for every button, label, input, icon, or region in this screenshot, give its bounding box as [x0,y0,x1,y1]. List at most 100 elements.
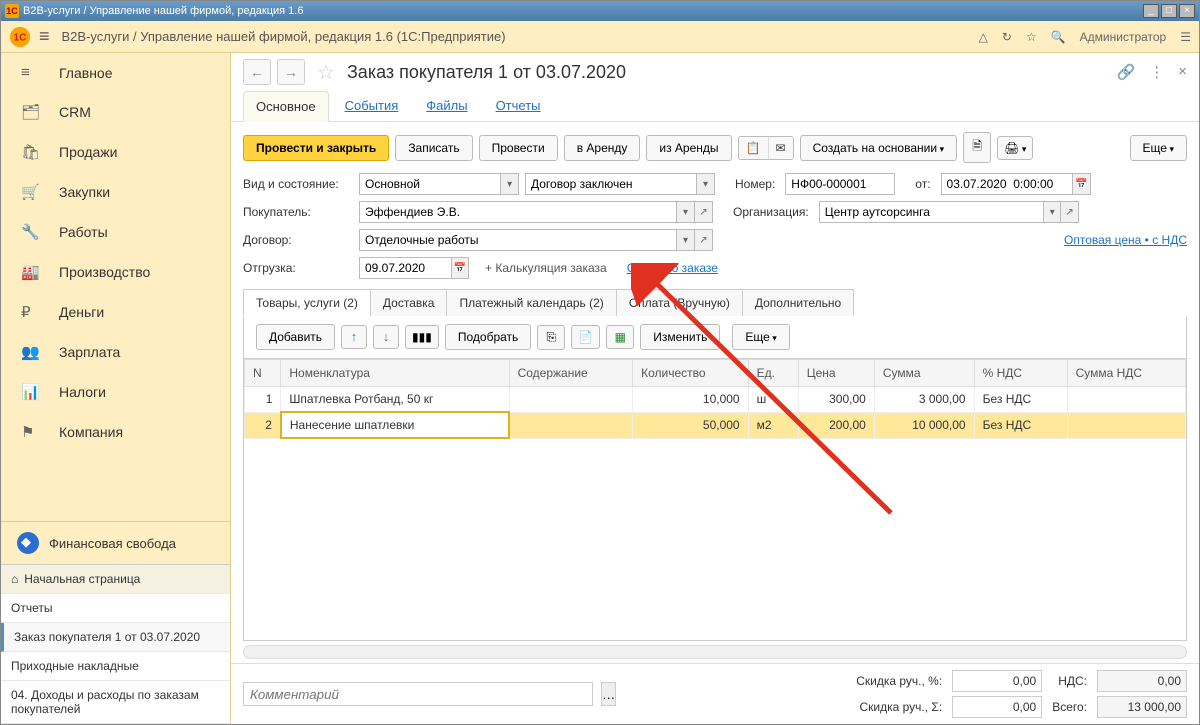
disc-sum-value[interactable]: 0,00 [952,696,1042,718]
sidebar-item-8[interactable]: 📊Налоги [1,372,230,412]
sub-tab-2[interactable]: Платежный календарь (2) [446,289,616,317]
price-type-link[interactable]: Оптовая цена • с НДС [1064,233,1187,247]
copy-icon[interactable]: ⎘ [537,325,565,350]
grid-icon[interactable]: ▦ [606,325,634,349]
contract-open-icon[interactable]: ↗ [695,229,713,251]
ship-calendar-icon[interactable]: 📅 [452,257,469,279]
org-dropdown-icon[interactable]: ▾ [1044,201,1061,223]
ship-date-input[interactable] [359,257,452,279]
horizontal-scrollbar[interactable] [243,645,1187,659]
top-tab-2[interactable]: Файлы [414,91,479,121]
print-button[interactable]: 🖨 [997,136,1033,160]
col-header[interactable]: Сумма НДС [1067,360,1185,387]
col-header[interactable]: Сумма [874,360,974,387]
date-calendar-icon[interactable]: 📅 [1073,173,1091,195]
top-tab-3[interactable]: Отчеты [484,91,553,121]
open-doc-1[interactable]: Заказ покупателя 1 от 03.07.2020 [1,623,230,652]
org-open-icon[interactable]: ↗ [1061,201,1078,223]
attach-icon[interactable]: 📋 [739,137,769,159]
type-input[interactable] [359,173,501,195]
create-based-button[interactable]: Создать на основании [800,135,958,161]
post-button[interactable]: Провести [479,135,558,161]
move-down-button[interactable]: ↓ [373,325,399,349]
table-row[interactable]: 1Шпатлевка Ротбанд, 50 кг10,000ш300,003 … [245,387,1186,413]
post-and-close-button[interactable]: Провести и закрыть [243,135,389,161]
sub-tab-4[interactable]: Дополнительно [742,289,854,317]
org-input[interactable] [819,201,1044,223]
report-icon-button[interactable]: 🗎 [963,132,991,163]
open-doc-0[interactable]: Отчеты [1,594,230,623]
col-header[interactable]: Ед. [748,360,798,387]
pick-button[interactable]: Подобрать [445,324,531,350]
col-header[interactable]: Номенклатура [281,360,509,387]
barcode-icon[interactable]: ▮▮▮ [405,325,439,349]
contract-dropdown-icon[interactable]: ▾ [677,229,695,251]
bell-icon[interactable]: △ [979,30,988,44]
open-doc-2[interactable]: Приходные накладные [1,652,230,681]
col-header[interactable]: % НДС [974,360,1067,387]
col-header[interactable]: Цена [798,360,874,387]
state-input[interactable] [525,173,697,195]
sidebar-item-finfree[interactable]: Финансовая свобода [1,521,230,564]
grid-more-button[interactable]: Еще [732,324,789,350]
col-header[interactable]: Содержание [509,360,633,387]
edit-button[interactable]: Изменить [640,324,720,350]
move-up-button[interactable]: ↑ [341,325,367,349]
favorite-star-icon[interactable]: ☆ [317,60,335,85]
more-button[interactable]: Еще [1130,135,1187,161]
sidebar-item-9[interactable]: ⚑Компания [1,412,230,452]
sub-tab-3[interactable]: Оплата (Вручную) [616,289,743,317]
type-dropdown-icon[interactable]: ▾ [501,173,519,195]
nav-back-button[interactable]: ← [243,59,271,85]
state-dropdown-icon[interactable]: ▾ [697,173,715,195]
open-doc-3[interactable]: 04. Доходы и расходы по заказам покупате… [1,681,230,724]
sidebar-item-4[interactable]: 🔧Работы [1,212,230,252]
from-rent-button[interactable]: из Аренды [646,135,731,161]
sub-tab-0[interactable]: Товары, услуги (2) [243,289,371,317]
comment-input[interactable] [243,682,593,706]
admin-label[interactable]: Администратор [1080,30,1167,44]
table-row[interactable]: 2Нанесение шпатлевки50,000м2200,0010 000… [245,412,1186,438]
sidebar-item-3[interactable]: 🛒Закупки [1,172,230,212]
minimize-button[interactable]: _ [1143,4,1159,18]
disc-pct-value[interactable]: 0,00 [952,670,1042,692]
number-input[interactable] [785,173,895,195]
nav-fwd-button[interactable]: → [277,59,305,85]
buyer-dropdown-icon[interactable]: ▾ [677,201,695,223]
add-row-button[interactable]: Добавить [256,324,335,350]
summary-link[interactable]: Сводно о заказе [627,261,718,275]
buyer-input[interactable] [359,201,677,223]
close-doc-icon[interactable]: × [1178,63,1187,81]
search-icon[interactable]: 🔍 [1051,30,1066,44]
star-icon[interactable]: ☆ [1026,30,1037,44]
col-header[interactable]: Количество [633,360,748,387]
paste-icon[interactable]: 📄 [571,325,600,349]
link-icon[interactable]: 🔗 [1117,63,1136,81]
close-button[interactable]: × [1179,4,1195,18]
comment-expand-icon[interactable]: … [601,682,616,706]
top-tab-0[interactable]: Основное [243,91,329,122]
buyer-open-icon[interactable]: ↗ [695,201,713,223]
mail-icon[interactable]: ✉ [769,137,793,159]
write-button[interactable]: Записать [395,135,472,161]
sub-tab-1[interactable]: Доставка [370,289,448,317]
history-icon[interactable]: ↻ [1002,30,1012,44]
options-icon[interactable]: ☰ [1180,30,1191,44]
home-page-link[interactable]: ⌂ Начальная страница [1,565,230,594]
top-tab-1[interactable]: События [333,91,411,121]
contract-input[interactable] [359,229,677,251]
maximize-button[interactable]: □ [1161,4,1177,18]
sidebar-item-1[interactable]: 🗂CRM [1,92,230,132]
sidebar-item-0[interactable]: ≡Главное [1,53,230,92]
to-rent-button[interactable]: в Аренду [564,135,641,161]
sidebar-item-2[interactable]: 🛍Продажи [1,132,230,172]
col-header[interactable]: N [245,360,281,387]
date-input[interactable] [941,173,1073,195]
calc-link[interactable]: + Калькуляция заказа [485,261,607,275]
sidebar-item-6[interactable]: ₽Деньги [1,292,230,332]
items-table[interactable]: NНоменклатураСодержаниеКоличествоЕд.Цена… [244,359,1186,439]
sidebar-item-7[interactable]: 👥Зарплата [1,332,230,372]
sidebar-item-5[interactable]: 🏭Производство [1,252,230,292]
hamburger-icon[interactable]: ≡ [39,26,50,47]
kebab-icon[interactable]: ⋮ [1149,63,1164,81]
